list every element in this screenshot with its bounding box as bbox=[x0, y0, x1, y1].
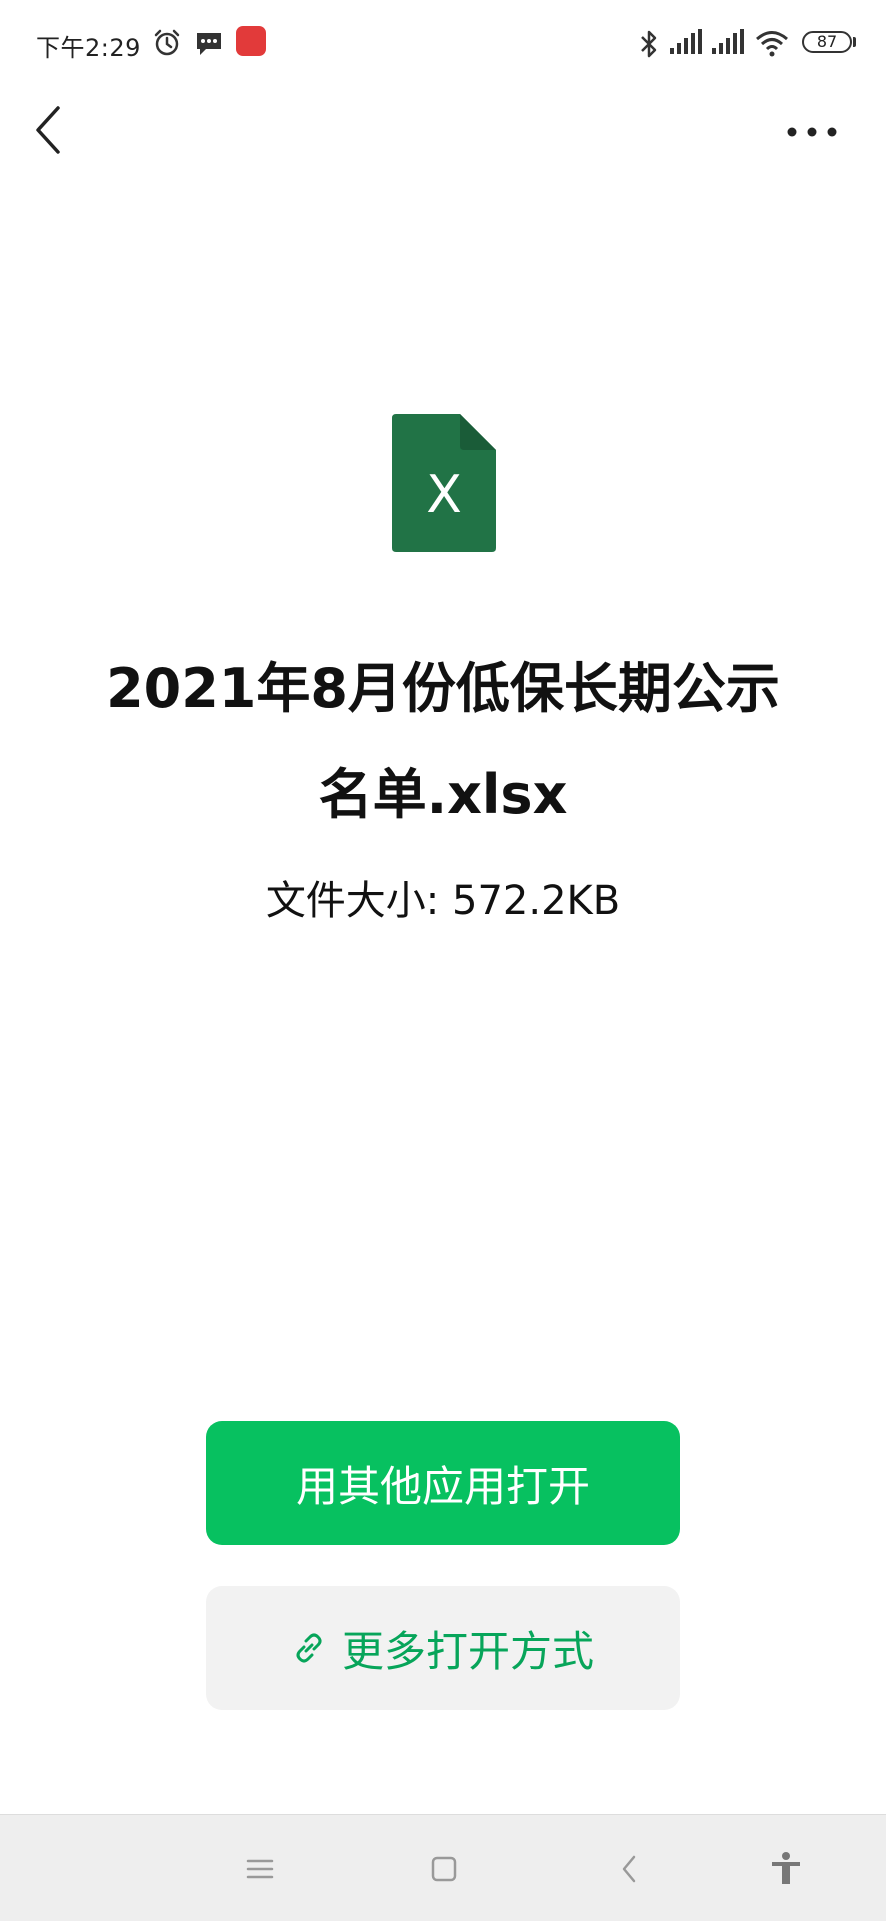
status-bar: 下午2:29 87 bbox=[0, 0, 886, 86]
battery-level: 87 bbox=[816, 32, 838, 51]
signal-icon bbox=[670, 29, 702, 54]
battery-icon: 87 bbox=[802, 31, 852, 53]
bluetooth-icon bbox=[641, 30, 657, 58]
more-open-ways-label: 更多打开方式 bbox=[341, 1626, 594, 1676]
battery-tip bbox=[853, 37, 856, 47]
wifi-icon bbox=[756, 31, 788, 57]
open-with-other-app-label: 用其他应用打开 bbox=[295, 1461, 590, 1511]
home-square-icon[interactable] bbox=[422, 1847, 466, 1891]
chevron-left-icon[interactable] bbox=[30, 102, 70, 158]
more-open-ways-button[interactable]: 更多打开方式 bbox=[206, 1586, 680, 1710]
link-icon bbox=[296, 1633, 322, 1663]
status-time: 下午2:29 bbox=[36, 34, 141, 62]
app-badge-icon bbox=[236, 26, 266, 56]
more-dots-icon[interactable] bbox=[782, 112, 842, 152]
alarm-icon bbox=[154, 29, 180, 56]
menu-icon[interactable] bbox=[238, 1847, 282, 1891]
back-icon[interactable] bbox=[608, 1847, 652, 1891]
accessibility-icon[interactable] bbox=[764, 1847, 808, 1891]
file-size: 文件大小: 572.2KB bbox=[265, 878, 621, 924]
excel-letter: X bbox=[426, 465, 462, 525]
signal-icon bbox=[712, 29, 744, 54]
message-icon bbox=[197, 33, 221, 55]
file-name: 2021年8月份低保长期公示名单.xlsx bbox=[106, 657, 780, 826]
open-with-other-app-button[interactable]: 用其他应用打开 bbox=[206, 1421, 680, 1545]
excel-file-icon: X bbox=[392, 414, 496, 552]
system-nav-bar bbox=[0, 1814, 886, 1921]
